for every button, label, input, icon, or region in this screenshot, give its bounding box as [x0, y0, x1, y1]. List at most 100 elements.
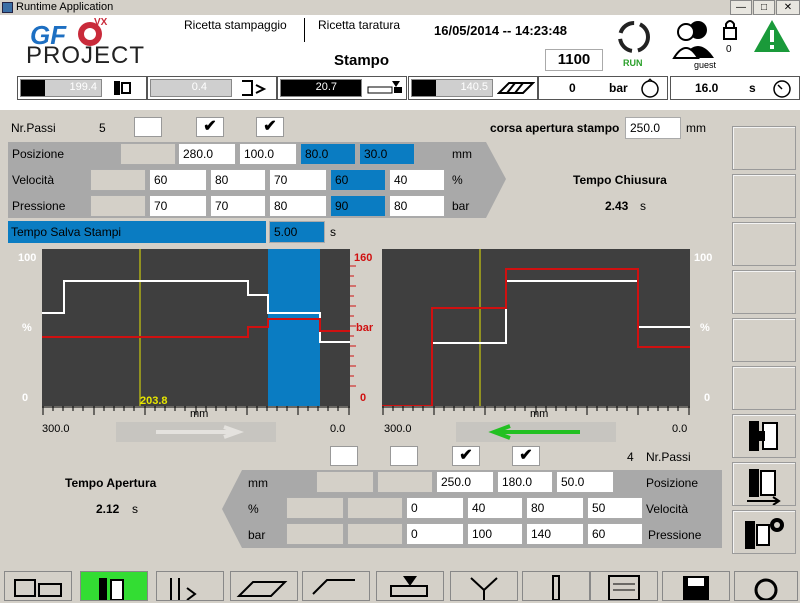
- bottom-ejector-button[interactable]: [156, 571, 224, 601]
- bottom-save-button[interactable]: [662, 571, 730, 601]
- gf-project-logo: GF VX PROJECT: [26, 17, 166, 69]
- user-panel[interactable]: guest: [668, 18, 716, 70]
- opening-pos-3[interactable]: 250.0: [436, 471, 494, 493]
- menu-ricetta-taratura[interactable]: Ricetta taratura: [318, 18, 400, 32]
- closing-pos-2[interactable]: 280.0: [178, 143, 236, 165]
- closing-pos-5[interactable]: 30.0: [359, 143, 415, 165]
- closing-pres-3[interactable]: 70: [210, 195, 266, 217]
- opening-check-4[interactable]: ✔: [512, 446, 540, 466]
- opening-pos-5[interactable]: 50.0: [556, 471, 614, 493]
- gauge-screw[interactable]: 140.5: [408, 76, 538, 100]
- closing-pres-6[interactable]: 80: [389, 195, 445, 217]
- closing-vel-6[interactable]: 40: [389, 169, 445, 191]
- gauge-clamp-value: 199.4: [69, 81, 97, 93]
- closing-vel-5[interactable]: 60: [330, 169, 386, 191]
- mould-setup-button[interactable]: [732, 462, 796, 506]
- plasticizing-icon: [312, 579, 355, 595]
- opening-pres-4[interactable]: 100: [467, 523, 523, 545]
- opening-pct-label: %: [248, 502, 259, 516]
- cycle-icon: [618, 21, 650, 53]
- opening-profile-chart: [382, 249, 690, 407]
- closing-check-2[interactable]: ✔: [196, 117, 224, 137]
- bottom-plasticizing-button[interactable]: [302, 571, 370, 601]
- opening-vel-3[interactable]: 0: [406, 497, 464, 519]
- gauge-ejector[interactable]: 0.4: [147, 76, 277, 100]
- closing-vel-label: Velocità: [12, 173, 55, 187]
- side-button-2[interactable]: [732, 174, 796, 218]
- opening-vel-4[interactable]: 40: [467, 497, 523, 519]
- lock-panel[interactable]: 0: [722, 18, 738, 58]
- gauge-dial-icon: [641, 78, 659, 98]
- closing-vel-1[interactable]: [90, 169, 146, 191]
- opening-pres-2[interactable]: [347, 523, 403, 545]
- closing-pos-4[interactable]: 80.0: [300, 143, 356, 165]
- closing-pres-5[interactable]: 90: [330, 195, 386, 217]
- mould-close-button[interactable]: [732, 414, 796, 458]
- side-button-3[interactable]: [732, 222, 796, 266]
- opening-pres-3[interactable]: 0: [406, 523, 464, 545]
- menu-ricetta-stampaggio[interactable]: Ricetta stampaggio: [184, 18, 287, 32]
- gauge-clamp[interactable]: 199.4: [17, 76, 147, 100]
- gauge-screw-value: 140.5: [460, 81, 488, 93]
- bottom-injection-button[interactable]: [376, 571, 444, 601]
- corsa-input[interactable]: 250.0: [625, 117, 681, 139]
- closing-pres-4[interactable]: 80: [269, 195, 327, 217]
- closing-pos-unit: mm: [452, 147, 472, 161]
- opening-pres-5[interactable]: 140: [526, 523, 584, 545]
- bottom-temperature-button[interactable]: [522, 571, 590, 601]
- closing-vel-4[interactable]: 70: [269, 169, 327, 191]
- bottom-refresh-button[interactable]: [734, 571, 798, 602]
- closing-pres-2[interactable]: 70: [149, 195, 207, 217]
- opening-vel-6[interactable]: 50: [587, 497, 643, 519]
- maximize-button[interactable]: □: [753, 0, 775, 15]
- opening-bar-label: bar: [248, 528, 266, 542]
- side-button-5[interactable]: [732, 318, 796, 362]
- close-button[interactable]: ✕: [776, 0, 800, 15]
- closing-check-3[interactable]: ✔: [256, 117, 284, 137]
- opening-check-1[interactable]: [330, 446, 358, 466]
- side-button-1[interactable]: [732, 126, 796, 170]
- closing-direction-bar: [116, 422, 276, 442]
- opening-pres-1[interactable]: [286, 523, 344, 545]
- alarm-status[interactable]: [752, 18, 792, 58]
- gauge-injection[interactable]: 20.7: [277, 76, 407, 100]
- opening-pos-4[interactable]: 180.0: [497, 471, 553, 493]
- opening-vel-1[interactable]: [286, 497, 344, 519]
- bottom-nozzle-button[interactable]: [450, 571, 518, 601]
- left-y-bottom: 0: [22, 392, 29, 404]
- opening-check-2[interactable]: [390, 446, 418, 466]
- side-button-6[interactable]: [732, 366, 796, 410]
- opening-pos-2[interactable]: [377, 471, 433, 493]
- closing-time-unit: s: [640, 199, 646, 213]
- right-y-top: 100: [694, 252, 713, 264]
- bottom-mould-button[interactable]: [80, 571, 148, 601]
- bottom-report-button[interactable]: [590, 571, 658, 601]
- closing-vel-2[interactable]: 60: [149, 169, 207, 191]
- mould-settings-button[interactable]: [732, 510, 796, 554]
- side-button-4[interactable]: [732, 270, 796, 314]
- closing-pres-1[interactable]: [90, 195, 146, 217]
- safe-mould-input[interactable]: 5.00: [269, 221, 325, 243]
- ejector-nav-icon: [170, 578, 197, 601]
- closing-pos-3[interactable]: 100.0: [239, 143, 297, 165]
- bottom-overview-button[interactable]: [4, 571, 72, 601]
- opening-check-3[interactable]: ✔: [452, 446, 480, 466]
- closing-vel-3[interactable]: 80: [210, 169, 266, 191]
- bottom-screw-button[interactable]: [230, 571, 298, 601]
- opening-vel-5[interactable]: 80: [526, 497, 584, 519]
- mould-adjust-icon: [747, 469, 781, 506]
- closing-pos-label: Posizione: [12, 147, 65, 161]
- opening-vel-2[interactable]: [347, 497, 403, 519]
- gauge-screw-fill: [412, 80, 436, 96]
- injection-icon: [367, 81, 402, 94]
- opening-direction-bar: [456, 422, 616, 442]
- minimize-button[interactable]: —: [730, 0, 752, 15]
- opening-pos-1[interactable]: [316, 471, 374, 493]
- closing-check-1[interactable]: [134, 117, 162, 137]
- opening-pres-6[interactable]: 60: [587, 523, 643, 545]
- screw-nav-icon: [236, 581, 288, 597]
- lock-icon: [723, 20, 737, 40]
- left-x-right: 0.0: [330, 423, 346, 435]
- mould-value[interactable]: 1100: [545, 49, 603, 71]
- closing-pos-1[interactable]: [120, 143, 176, 165]
